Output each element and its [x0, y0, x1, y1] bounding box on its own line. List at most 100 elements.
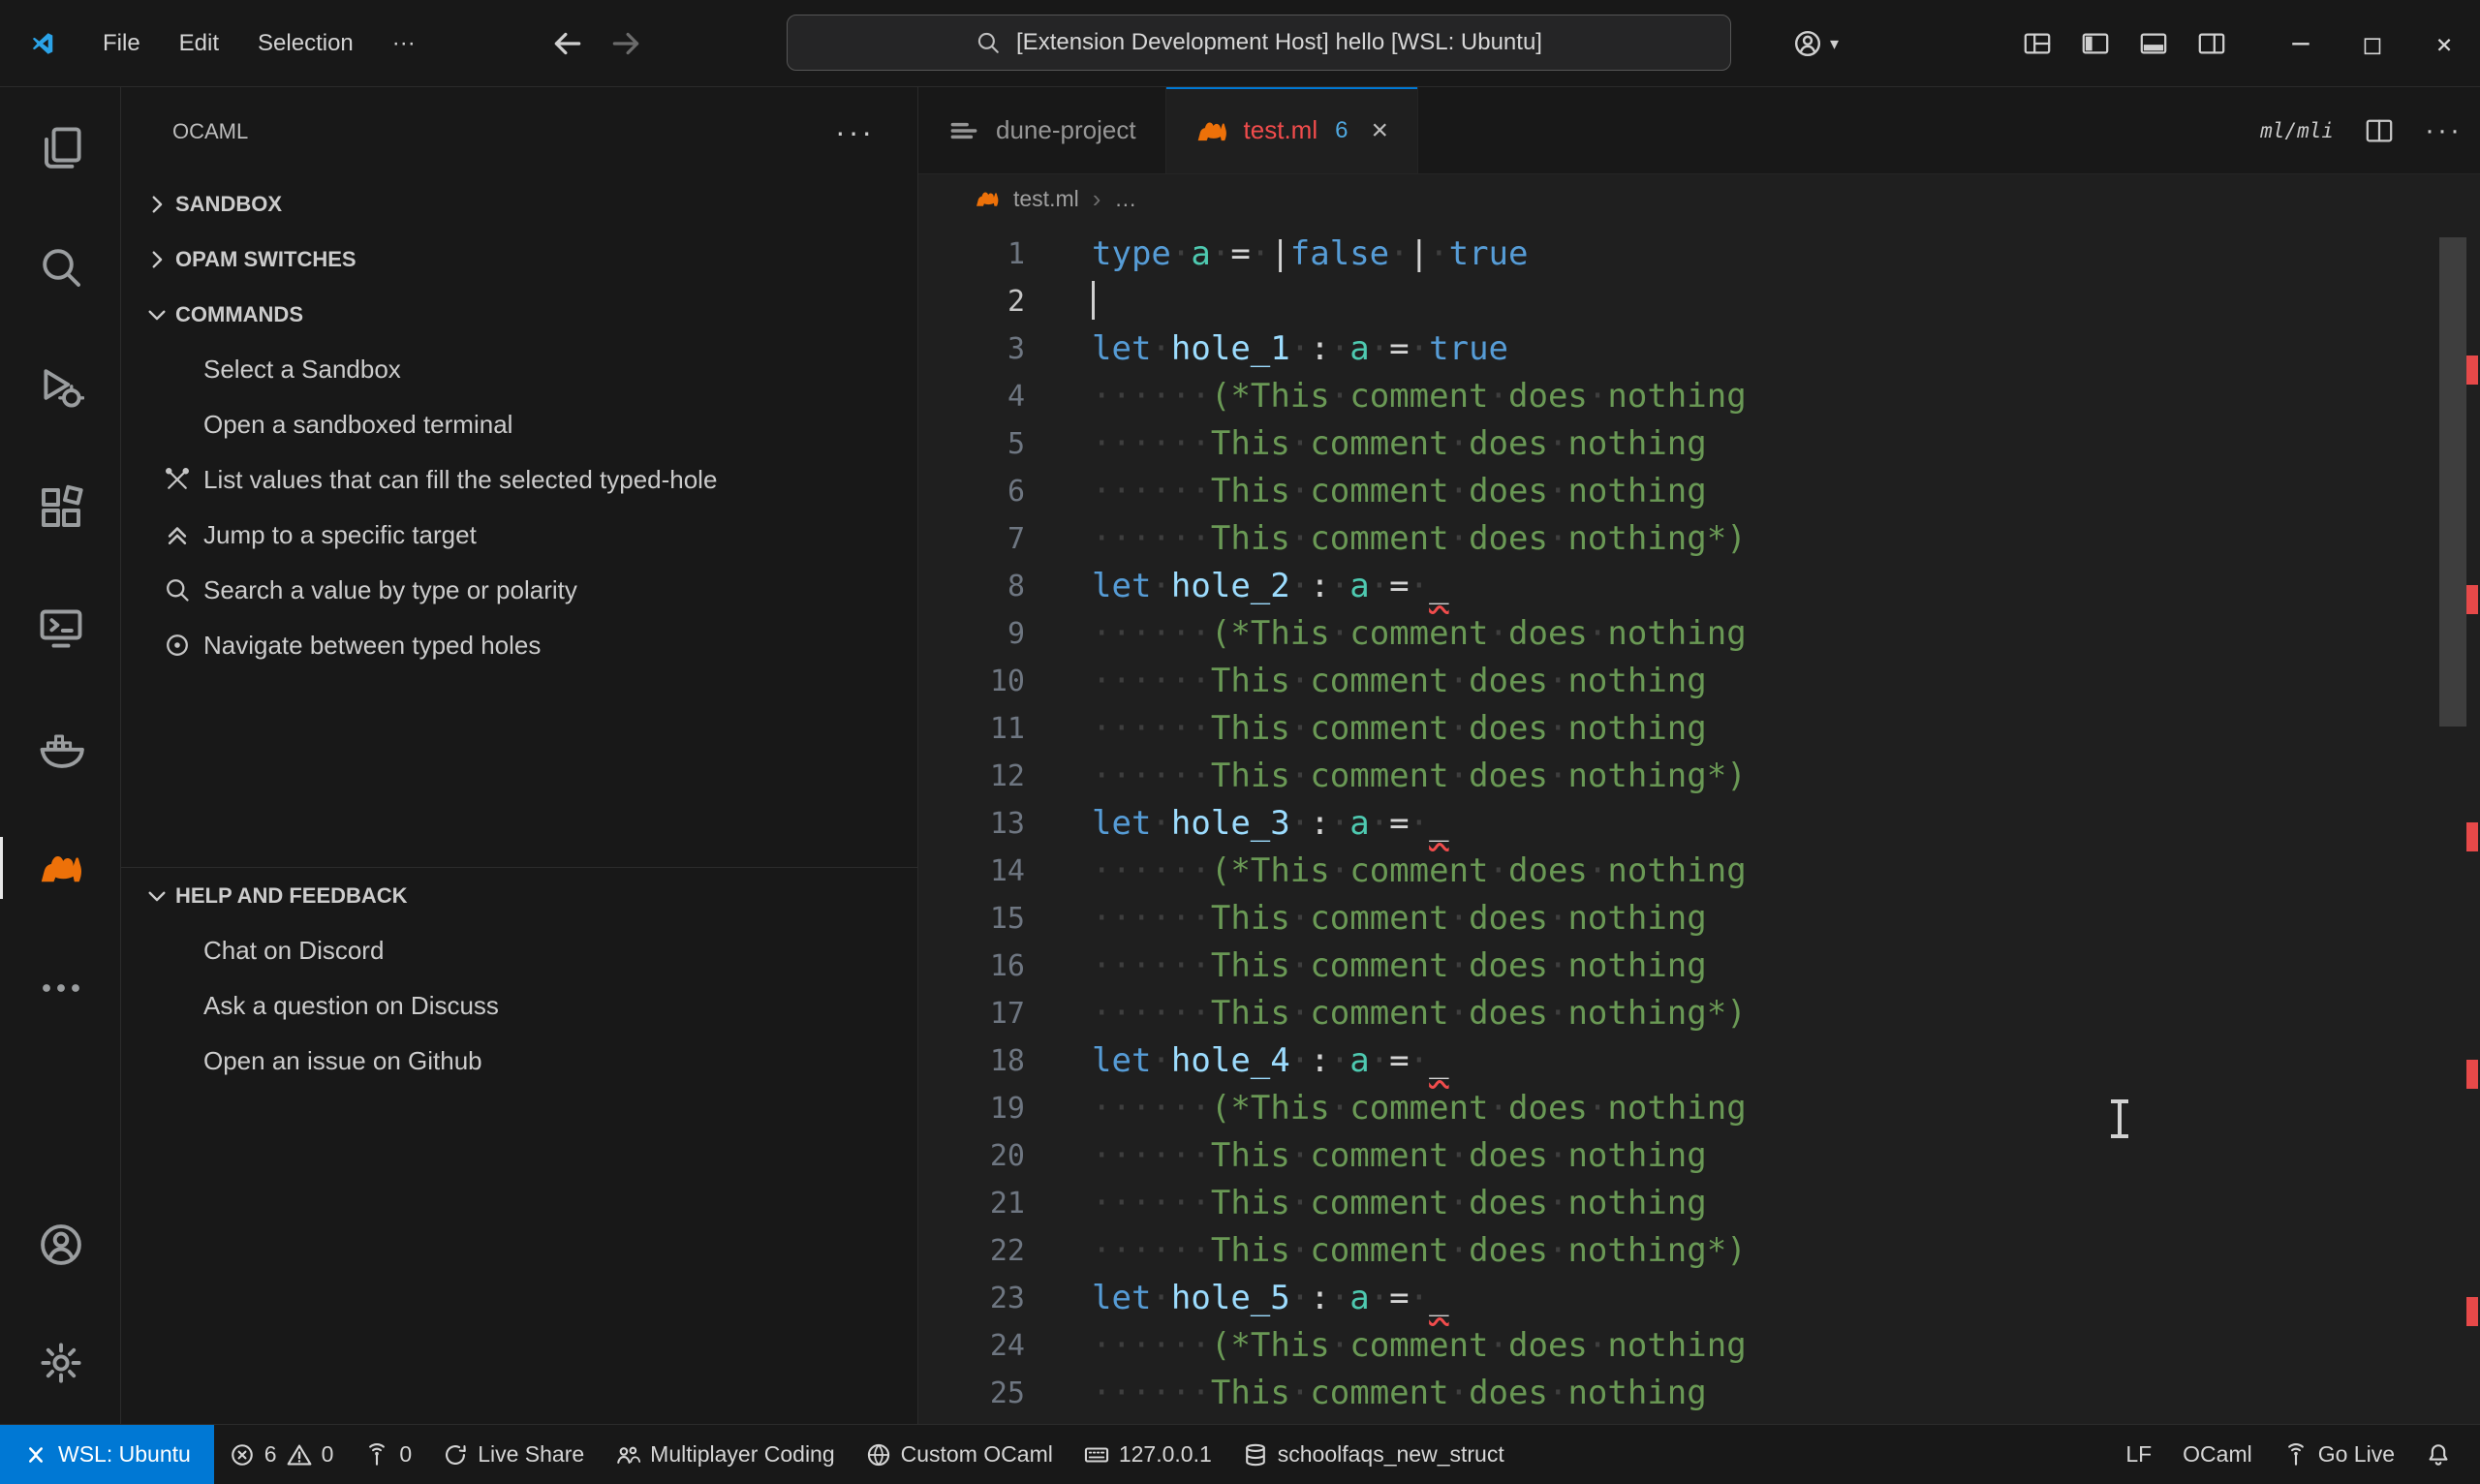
status-local-address[interactable]: 127.0.0.1	[1069, 1425, 1227, 1484]
section-help-and-feedback: HELP AND FEEDBACKChat on DiscordAsk a qu…	[121, 867, 917, 1089]
code-line-18[interactable]: 18let·hole_4·:·a·=·_	[918, 1037, 2480, 1085]
code-line-8[interactable]: 8let·hole_2·:·a·=·_	[918, 563, 2480, 610]
activity-docker[interactable]	[0, 701, 121, 794]
code-line-15[interactable]: 15······This·comment·does·nothing	[918, 895, 2480, 943]
status-problems[interactable]: 60	[214, 1425, 350, 1484]
ml-mli-toggle[interactable]: ml/mli	[2260, 119, 2334, 142]
sidebar-item[interactable]: Ask a question on Discuss	[121, 978, 917, 1034]
code-line-5[interactable]: 5······This·comment·does·nothing	[918, 420, 2480, 468]
activity-remote-explorer[interactable]	[0, 581, 121, 674]
sidebar: OCAML ··· SANDBOXOPAM SWITCHESCOMMANDSSe…	[121, 87, 918, 1424]
menu-selection[interactable]: Selection	[238, 20, 373, 67]
code-line-25[interactable]: 25······This·comment·does·nothing	[918, 1370, 2480, 1417]
line-number: 18	[918, 1037, 1025, 1085]
maximize-button[interactable]: □	[2337, 0, 2408, 87]
forward-button[interactable]	[609, 27, 642, 60]
section-header[interactable]: SANDBOX	[121, 176, 917, 232]
breadcrumb-symbol[interactable]: …	[1114, 186, 1136, 212]
code-line-19[interactable]: 19······(*This·comment·does·nothing	[918, 1085, 2480, 1132]
sidebar-item[interactable]: Navigate between typed holes	[121, 618, 917, 673]
ocaml-camel-icon	[38, 845, 84, 891]
accounts-menu-button[interactable]: ▾	[1793, 29, 1839, 58]
code-line-4[interactable]: 4······(*This·comment·does·nothing	[918, 373, 2480, 420]
activity-explorer[interactable]	[0, 101, 121, 194]
status-remote-indicator[interactable]: WSL: Ubuntu	[0, 1425, 214, 1484]
code-line-13[interactable]: 13let·hole_3·:·a·=·_	[918, 800, 2480, 848]
code-line-11[interactable]: 11······This·comment·does·nothing	[918, 705, 2480, 753]
sidebar-item[interactable]: Jump to a specific target	[121, 508, 917, 563]
minimize-button[interactable]: ─	[2265, 0, 2337, 87]
code-line-2[interactable]: 2	[918, 278, 2480, 325]
sidebar-item[interactable]: List values that can fill the selected t…	[121, 452, 917, 508]
activity-settings[interactable]	[0, 1316, 121, 1409]
sidebar-item[interactable]: Search a value by type or polarity	[121, 563, 917, 618]
breadcrumb-file[interactable]: test.ml	[1013, 186, 1079, 212]
tab-bar: dune-projecttest.ml6×	[918, 87, 2480, 174]
section-header[interactable]: COMMANDS	[121, 287, 917, 342]
code-line-3[interactable]: 3let·hole_1·:·a·=·true	[918, 325, 2480, 373]
status-database[interactable]: schoolfaqs_new_struct	[1227, 1425, 1520, 1484]
line-content: ······(*This·comment·does·nothing	[1025, 610, 1747, 658]
command-center[interactable]: [Extension Development Host] hello [WSL:…	[787, 15, 1731, 71]
code-line-22[interactable]: 22······This·comment·does·nothing*)	[918, 1227, 2480, 1275]
menu-file[interactable]: File	[83, 20, 160, 67]
line-content: ······(*This·comment·does·nothing	[1025, 848, 1747, 895]
status-language[interactable]: OCaml	[2167, 1425, 2268, 1484]
layout-icon[interactable]	[2023, 29, 2052, 58]
status-custom-ocaml[interactable]: Custom OCaml	[851, 1425, 1069, 1484]
code-line-7[interactable]: 7······This·comment·does·nothing*)	[918, 515, 2480, 563]
section-header[interactable]: OPAM SWITCHES	[121, 232, 917, 287]
panel-bottom-icon[interactable]	[2139, 29, 2168, 58]
code-line-9[interactable]: 9······(*This·comment·does·nothing	[918, 610, 2480, 658]
status-notifications[interactable]	[2410, 1425, 2466, 1484]
line-number: 17	[918, 990, 1025, 1037]
status-eol[interactable]: LF	[2110, 1425, 2167, 1484]
menu-edit[interactable]: Edit	[160, 20, 238, 67]
code-line-10[interactable]: 10······This·comment·does·nothing	[918, 658, 2480, 705]
sidebar-item[interactable]: Select a Sandbox	[121, 342, 917, 397]
status-go-live[interactable]: Go Live	[2268, 1425, 2410, 1484]
code-line-17[interactable]: 17······This·comment·does·nothing*)	[918, 990, 2480, 1037]
breadcrumb[interactable]: test.ml › …	[918, 174, 2480, 223]
window-controls: ─□×	[2265, 0, 2480, 87]
code-line-16[interactable]: 16······This·comment·does·nothing	[918, 943, 2480, 990]
sidebar-item[interactable]: Open an issue on Github	[121, 1034, 917, 1089]
vertical-scrollbar[interactable]	[2439, 237, 2466, 727]
ocaml-camel-icon	[1195, 114, 1228, 147]
code-area[interactable]: 1type·a·=·|false·|·true23let·hole_1·:·a·…	[918, 223, 2480, 1417]
code-line-14[interactable]: 14······(*This·comment·does·nothing	[918, 848, 2480, 895]
section-header[interactable]: HELP AND FEEDBACK	[121, 868, 917, 923]
activity-accounts[interactable]	[0, 1198, 121, 1291]
status-multiplayer-coding[interactable]: Multiplayer Coding	[600, 1425, 850, 1484]
code-line-23[interactable]: 23let·hole_5·:·a·=·_	[918, 1275, 2480, 1322]
code-line-24[interactable]: 24······(*This·comment·does·nothing	[918, 1322, 2480, 1370]
back-button[interactable]	[551, 27, 584, 60]
status-text: 0	[322, 1441, 334, 1468]
activity-extensions[interactable]	[0, 461, 121, 554]
activity-ocaml[interactable]	[0, 821, 121, 914]
sidebar-right-icon[interactable]	[2197, 29, 2226, 58]
more-actions[interactable]: ···	[2425, 114, 2463, 147]
sidebar-more-actions[interactable]: ···	[835, 114, 875, 150]
activity-run-debug[interactable]	[0, 341, 121, 434]
close-tab-button[interactable]: ×	[1371, 114, 1388, 147]
status-live-share[interactable]: Live Share	[427, 1425, 600, 1484]
code-line-12[interactable]: 12······This·comment·does·nothing*)	[918, 753, 2480, 800]
activity-search[interactable]	[0, 221, 121, 314]
menu-overflow[interactable]: ···	[373, 20, 435, 67]
sidebar-item-label: Open a sandboxed terminal	[203, 410, 512, 440]
sidebar-item[interactable]: Open a sandboxed terminal	[121, 397, 917, 452]
sidebar-header: OCAML ···	[121, 87, 917, 176]
code-line-20[interactable]: 20······This·comment·does·nothing	[918, 1132, 2480, 1180]
sidebar-item[interactable]: Chat on Discord	[121, 923, 917, 978]
status-ports[interactable]: 0	[349, 1425, 427, 1484]
tab-test.ml[interactable]: test.ml6×	[1166, 87, 1418, 173]
tab-dune-project[interactable]: dune-project	[918, 87, 1166, 173]
code-line-1[interactable]: 1type·a·=·|false·|·true	[918, 231, 2480, 278]
split-editor-icon[interactable]	[2365, 116, 2394, 145]
code-line-6[interactable]: 6······This·comment·does·nothing	[918, 468, 2480, 515]
sidebar-left-icon[interactable]	[2081, 29, 2110, 58]
activity-more-views[interactable]	[0, 942, 121, 1035]
close-button[interactable]: ×	[2408, 0, 2480, 87]
code-line-21[interactable]: 21······This·comment·does·nothing	[918, 1180, 2480, 1227]
